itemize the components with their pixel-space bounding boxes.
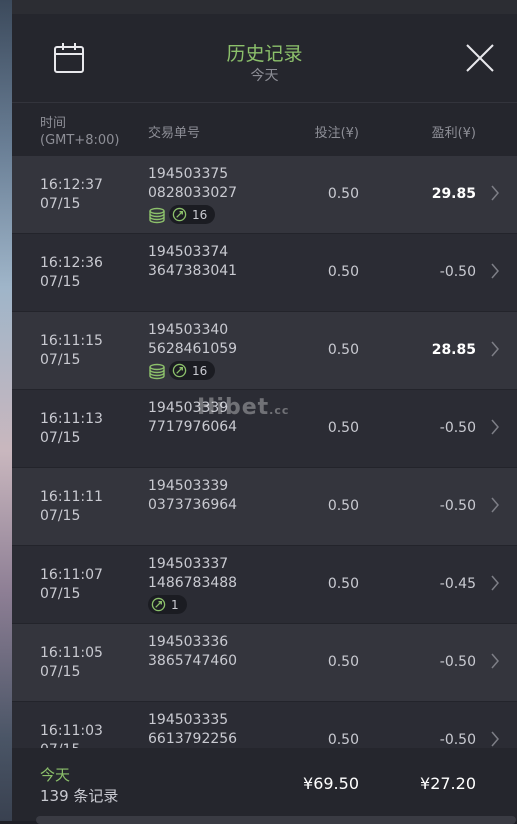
- row-bet: 0.50: [327, 498, 359, 514]
- history-row[interactable]: 16:11:05 07/15 194503336 3865747460 0.50 -0.5…: [12, 624, 517, 702]
- row-order-id-line1: 194503374: [148, 244, 229, 260]
- row-bet: 0.50: [327, 420, 359, 436]
- summary-period: 今天: [40, 766, 71, 784]
- row-profit: -0.50: [439, 264, 476, 280]
- row-order-id-line1: 194503375: [148, 166, 229, 182]
- row-bet: 0.50: [327, 342, 359, 358]
- history-row[interactable]: 16:11:15 07/15 194503340 5628461059 16 0.50 28…: [12, 312, 517, 390]
- free-spin-icon: [151, 597, 166, 612]
- row-order-id-line1: 194503340: [148, 322, 229, 338]
- row-order-id-line2: 7717976064: [148, 419, 238, 435]
- row-date: 07/15: [40, 352, 81, 368]
- column-profit-label: 盈利(¥): [431, 126, 476, 141]
- summary-footer: 今天 139 条记录 ¥69.50 ¥27.20: [12, 748, 517, 821]
- row-profit: 29.85: [431, 186, 476, 202]
- column-timezone-label: (GMT+8:00): [40, 133, 120, 148]
- row-profit: -0.50: [439, 420, 476, 436]
- row-time: 16:11:03: [40, 723, 103, 739]
- chevron-right-icon: [491, 653, 499, 669]
- chevron-right-icon: [491, 419, 499, 435]
- coins-icon: [149, 363, 165, 380]
- row-time: 16:11:05: [40, 645, 103, 661]
- free-spin-count: 16: [192, 363, 208, 378]
- page-title: 历史记录: [226, 43, 303, 65]
- row-date: 07/15: [40, 508, 81, 524]
- coins-icon: [149, 207, 165, 224]
- bottom-handle: [36, 816, 516, 824]
- row-order-id-line1: 194503339: [148, 478, 229, 494]
- row-profit: -0.50: [439, 498, 476, 514]
- row-profit: -0.45: [439, 576, 476, 592]
- row-order-id-line2: 6613792256: [148, 731, 238, 747]
- row-order-id-line1: 194503336: [148, 634, 229, 650]
- row-profit: -0.50: [439, 654, 476, 670]
- chevron-right-icon: [491, 575, 499, 591]
- chevron-right-icon: [491, 497, 499, 513]
- background-edge: [0, 0, 12, 821]
- row-order-id-line2: 0828033027: [148, 185, 238, 201]
- chevron-right-icon: [491, 341, 499, 357]
- row-order-id-line2: 0373736964: [148, 497, 238, 513]
- row-time: 16:12:36: [40, 255, 103, 271]
- history-row[interactable]: 16:11:07 07/15 194503337 1486783488 1 0.50 -0.…: [12, 546, 517, 624]
- row-bet: 0.50: [327, 576, 359, 592]
- row-date: 07/15: [40, 430, 81, 446]
- free-spin-badge: 16: [169, 205, 216, 224]
- watermark-suffix: .cc: [269, 404, 290, 417]
- row-order-id-line1: 194503337: [148, 556, 229, 572]
- watermark-text: Hibet: [197, 395, 270, 420]
- panel-header: 历史记录 今天: [12, 14, 517, 102]
- row-order-id-line2: 5628461059: [148, 341, 238, 357]
- row-time: 16:11:07: [40, 567, 103, 583]
- row-date: 07/15: [40, 664, 81, 680]
- history-row[interactable]: 16:11:11 07/15 194503339 0373736964 0.50 -0.5…: [12, 468, 517, 546]
- history-list: 16:12:37 07/15 194503375 0828033027 16 0.50 29…: [12, 156, 517, 748]
- row-bet: 0.50: [327, 264, 359, 280]
- history-row[interactable]: 16:12:36 07/15 194503374 3647383041 0.50 -0.5…: [12, 234, 517, 312]
- free-spin-count: 1: [171, 597, 179, 612]
- history-row[interactable]: 16:11:0307/1519450333566137922560.50-0.5…: [12, 702, 517, 748]
- column-header: 时间 (GMT+8:00) 交易单号 投注(¥) 盈利(¥): [12, 102, 517, 157]
- chevron-right-icon: [491, 263, 499, 279]
- history-row[interactable]: 16:12:37 07/15 194503375 0828033027 16 0.50 29…: [12, 156, 517, 234]
- row-bet: 0.50: [327, 186, 359, 202]
- watermark: Hibet.cc: [197, 395, 289, 420]
- column-order-label: 交易单号: [148, 126, 201, 141]
- free-spin-badge: 16: [169, 361, 216, 380]
- row-profit: 28.85: [431, 342, 476, 358]
- free-spin-badge: 1: [148, 595, 187, 614]
- chevron-right-icon: [491, 731, 499, 747]
- free-spin-count: 16: [192, 207, 208, 222]
- row-profit: -0.50: [439, 732, 476, 748]
- free-spin-icon: [172, 207, 187, 222]
- row-order-id-line2: 3865747460: [148, 653, 238, 669]
- record-count: 139 条记录: [40, 787, 119, 805]
- row-date: 07/15: [40, 274, 81, 290]
- row-bet: 0.50: [327, 654, 359, 670]
- row-order-id-line2: 1486783488: [148, 575, 238, 591]
- column-time-label: 时间: [40, 116, 67, 131]
- row-date: 07/15: [40, 196, 81, 212]
- chevron-right-icon: [491, 185, 499, 201]
- row-order-id-line2: 3647383041: [148, 263, 238, 279]
- total-profit: ¥27.20: [420, 774, 476, 793]
- free-spin-icon: [172, 363, 187, 378]
- row-time: 16:11:13: [40, 411, 103, 427]
- row-order-id-line1: 194503335: [148, 712, 229, 728]
- column-bet-label: 投注(¥): [314, 126, 359, 141]
- top-strip: [0, 0, 517, 14]
- page-subtitle: 今天: [250, 68, 279, 84]
- row-time: 16:11:11: [40, 489, 103, 505]
- row-bet: 0.50: [327, 732, 359, 748]
- row-date: 07/15: [40, 586, 81, 602]
- row-time: 16:11:15: [40, 333, 103, 349]
- total-bet: ¥69.50: [303, 774, 359, 793]
- row-time: 16:12:37: [40, 177, 103, 193]
- close-icon[interactable]: [463, 41, 497, 75]
